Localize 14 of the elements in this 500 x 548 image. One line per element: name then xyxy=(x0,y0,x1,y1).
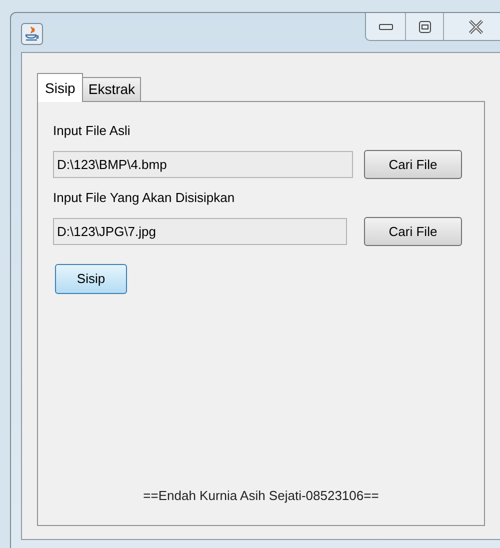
browse-button[interactable]: Cari File xyxy=(364,150,462,179)
tab[interactable]: Sisip xyxy=(37,73,84,102)
insert-button[interactable]: Sisip xyxy=(55,264,127,294)
close-icon xyxy=(468,20,484,34)
path-field[interactable]: D:\123\JPG\7.jpg xyxy=(53,218,347,245)
path-field[interactable]: D:\123\BMP\4.bmp xyxy=(53,151,353,178)
author-footer: ==Endah Kurnia Asih Sejati-08523106== xyxy=(143,486,379,505)
field-label: Input File Asli xyxy=(53,122,132,140)
tab[interactable]: Ekstrak xyxy=(83,77,142,101)
maximize-icon xyxy=(418,20,430,32)
field-label: Input File Yang Akan Disisipkan xyxy=(53,189,236,207)
minimize-icon xyxy=(378,24,392,30)
java-cup-icon xyxy=(21,23,43,45)
browse-button[interactable]: Cari File xyxy=(364,217,462,246)
